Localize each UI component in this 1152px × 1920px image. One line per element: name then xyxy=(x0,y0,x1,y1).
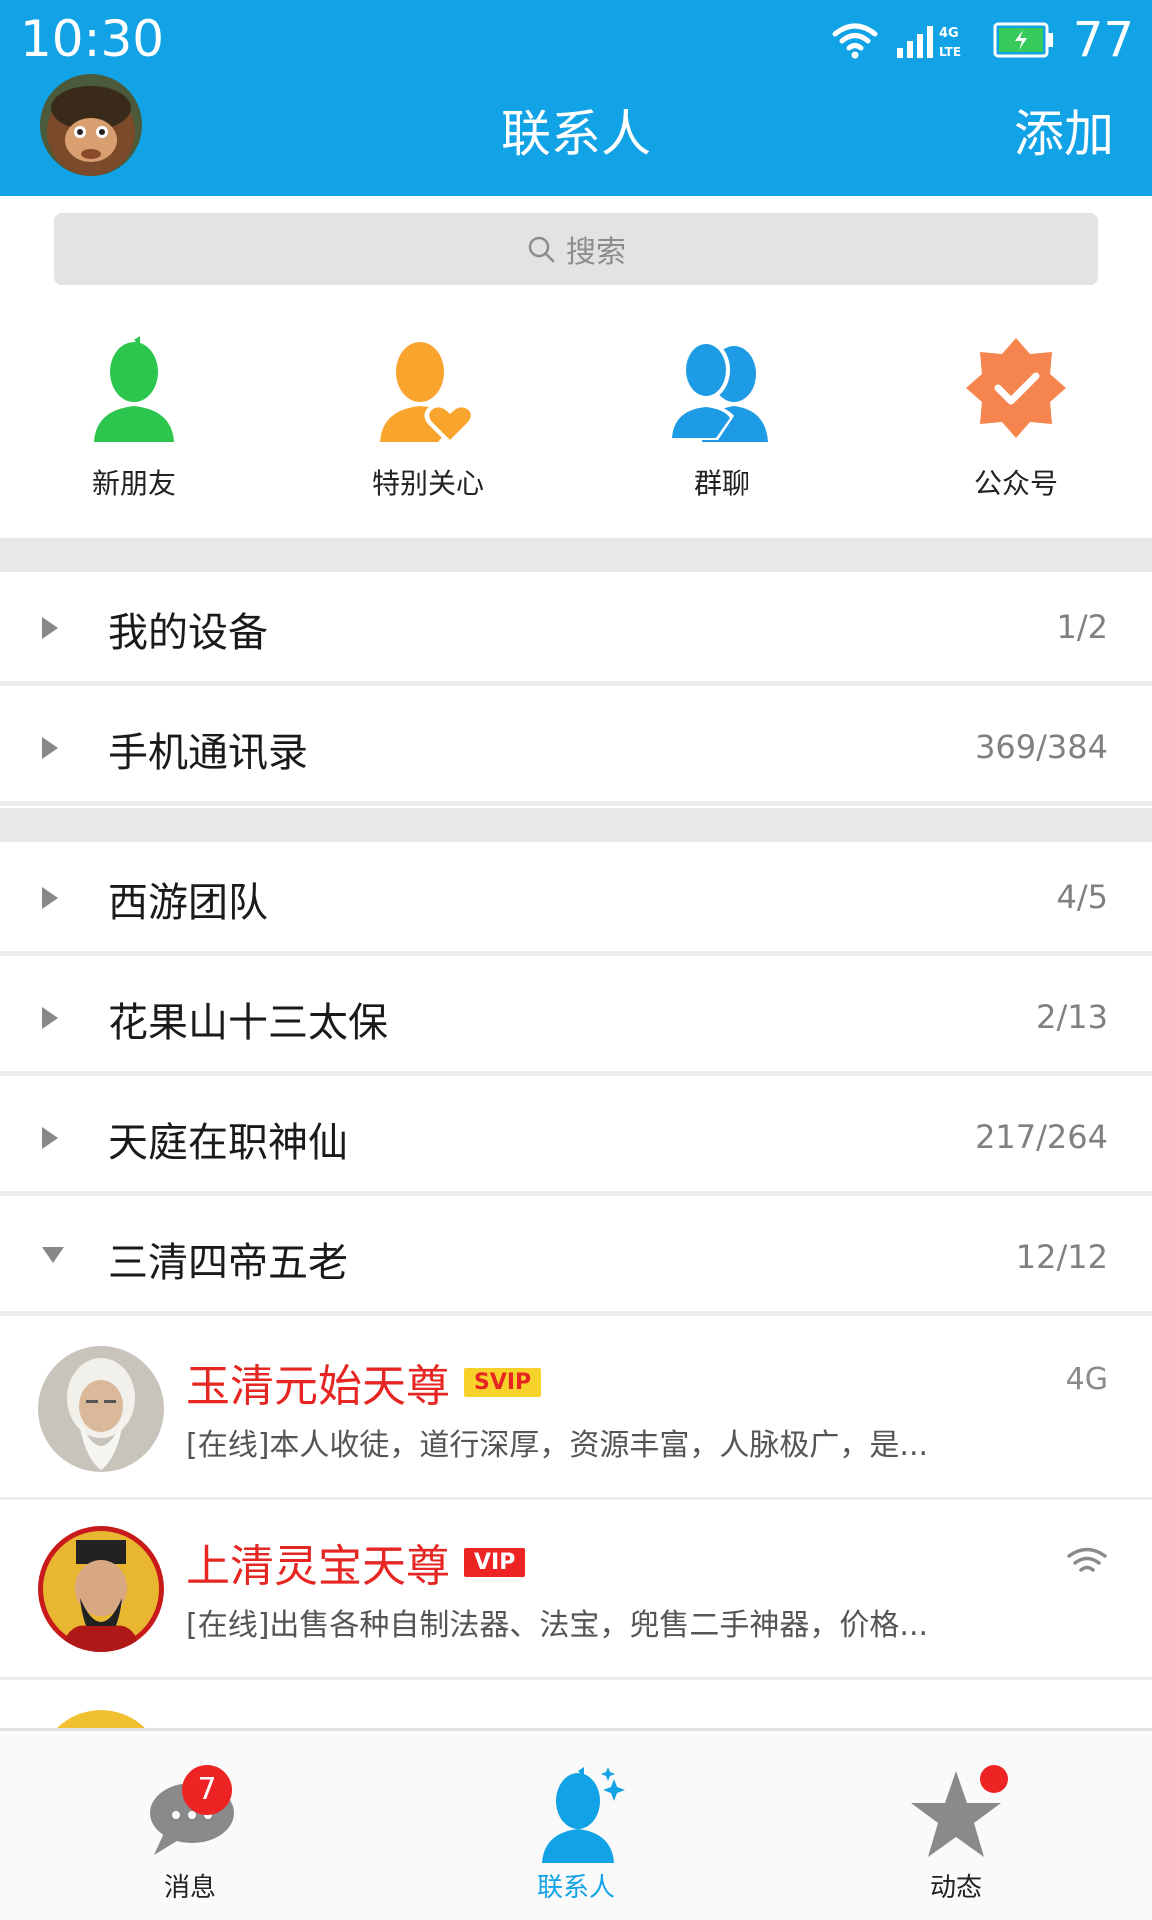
new-friend-icon xyxy=(94,336,174,442)
vip-badge: VIP xyxy=(464,1547,526,1577)
group-count: 217/264 xyxy=(975,1118,1108,1156)
group-name: 手机通讯录 xyxy=(108,730,308,776)
contact-avatar xyxy=(38,1346,164,1472)
group-row[interactable]: 天庭在职神仙 217/264 xyxy=(0,1082,1152,1196)
group-name: 三清四帝五老 xyxy=(108,1240,348,1286)
collapse-arrow-icon xyxy=(42,1247,64,1263)
new-activity-dot xyxy=(980,1765,1008,1793)
group-name: 我的设备 xyxy=(108,610,268,656)
wifi-icon xyxy=(1067,1547,1107,1572)
group-count: 2/13 xyxy=(1036,998,1108,1036)
search-icon xyxy=(528,236,555,263)
special-care-icon xyxy=(380,342,476,446)
section-divider xyxy=(0,538,1152,572)
official-account-icon xyxy=(966,338,1066,438)
svg-text:LTE: LTE xyxy=(939,45,961,59)
expand-arrow-icon xyxy=(42,1127,58,1149)
group-row[interactable]: 我的设备 1/2 xyxy=(0,572,1152,686)
quick-label: 公众号 xyxy=(973,467,1058,500)
expand-arrow-icon xyxy=(42,737,58,759)
contact-name: 玉清元始天尊 xyxy=(186,1361,450,1412)
group-name: 天庭在职神仙 xyxy=(108,1120,348,1166)
quick-label: 群聊 xyxy=(693,467,750,500)
group-count: 12/12 xyxy=(1015,1238,1108,1276)
section-divider xyxy=(0,808,1152,842)
nav-label: 联系人 xyxy=(536,1873,615,1903)
signal-icon: 4G LTE xyxy=(896,26,961,59)
page-title: 联系人 xyxy=(501,105,651,163)
quick-entries: 新朋友 特别关心 群聊 公众号 xyxy=(0,330,1152,500)
nav-messages[interactable]: 7 消息 xyxy=(70,1731,310,1920)
wifi-icon xyxy=(832,23,878,59)
nav-contacts[interactable]: 联系人 xyxy=(456,1731,696,1920)
contact-avatar xyxy=(38,1526,164,1652)
status-time: 10:30 xyxy=(20,10,165,68)
quick-new-friend[interactable]: 新朋友 xyxy=(34,330,234,502)
contact-name-wrap: 玉清元始天尊 SVIP xyxy=(186,1350,542,1414)
group-row[interactable]: 手机通讯录 369/384 xyxy=(0,692,1152,806)
group-count: 369/384 xyxy=(975,728,1108,766)
app-header: 10:30 4G LTE 77 联系人 添加 xyxy=(0,0,1152,196)
bottom-nav: 7 消息 联系人 动态 xyxy=(0,1728,1152,1920)
network-type: 4G xyxy=(1065,1362,1108,1397)
nav-label: 动态 xyxy=(929,1873,982,1903)
quick-label: 特别关心 xyxy=(371,467,484,500)
group-count: 1/2 xyxy=(1056,608,1109,646)
contacts-icon xyxy=(542,1767,625,1863)
group-row-expanded[interactable]: 三清四帝五老 12/12 xyxy=(0,1202,1152,1316)
group-name: 西游团队 xyxy=(108,880,268,926)
svg-text:4G: 4G xyxy=(939,26,959,41)
unread-count-badge: 7 xyxy=(182,1765,232,1815)
group-chat-icon xyxy=(668,340,768,442)
search-input[interactable]: 搜索 xyxy=(54,213,1098,285)
group-row[interactable]: 西游团队 4/5 xyxy=(0,842,1152,956)
battery-level: 77 xyxy=(1072,12,1134,68)
contact-name: 上清灵宝天尊 xyxy=(186,1541,450,1592)
quick-group-chat[interactable]: 群聊 xyxy=(622,330,822,502)
expand-arrow-icon xyxy=(42,887,58,909)
contact-row[interactable]: 玉清元始天尊 SVIP [在线]本人收徒，道行深厚，资源丰富，人脉极广，是...… xyxy=(0,1322,1152,1500)
contact-name-wrap: 上清灵宝天尊 VIP xyxy=(186,1530,526,1594)
expand-arrow-icon xyxy=(42,617,58,639)
status-icons: 4G LTE 77 xyxy=(831,10,1134,70)
expand-arrow-icon xyxy=(42,1007,58,1029)
nav-moments[interactable]: 动态 xyxy=(836,1731,1076,1920)
add-button[interactable]: 添加 xyxy=(1014,94,1114,166)
quick-official-account[interactable]: 公众号 xyxy=(916,330,1116,502)
group-count: 4/5 xyxy=(1056,878,1109,916)
contact-row[interactable]: 上清灵宝天尊 VIP [在线]出售各种自制法器、法宝，兜售二手神器，价格... xyxy=(0,1502,1152,1680)
contact-status: [在线]出售各种自制法器、法宝，兜售二手神器，价格... xyxy=(186,1608,929,1643)
svip-badge: SVIP xyxy=(464,1367,542,1397)
nav-label: 消息 xyxy=(163,1873,216,1903)
group-name: 花果山十三太保 xyxy=(108,1000,388,1046)
quick-label: 新朋友 xyxy=(91,467,176,500)
quick-special-care[interactable]: 特别关心 xyxy=(328,330,528,502)
group-row[interactable]: 花果山十三太保 2/13 xyxy=(0,962,1152,1076)
search-placeholder: 搜索 xyxy=(566,235,626,270)
contact-status: [在线]本人收徒，道行深厚，资源丰富，人脉极广，是... xyxy=(186,1428,929,1463)
battery-icon xyxy=(993,22,1053,58)
